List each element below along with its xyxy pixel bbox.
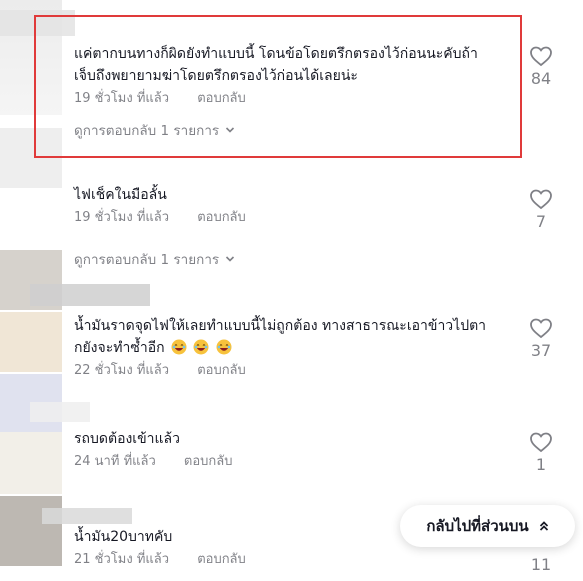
like-count-container[interactable]: 11 (519, 553, 563, 575)
comment-item: แค่ตากบนทางก็ผิดยังทำแบบนี้ โดนข้อโดยตรึ… (74, 43, 529, 109)
laughing-emoji-icon (171, 339, 187, 355)
chevron-down-icon (226, 127, 235, 133)
view-replies-button[interactable]: ดูการตอบกลับ 1 รายการ (74, 119, 235, 141)
comment-item: รถบดต้องเข้าแล้ว 24 นาที ที่แล้ว ตอบกลับ (74, 428, 529, 472)
comment-meta: 24 นาที ที่แล้ว ตอบกลับ (74, 452, 529, 472)
like-count: 11 (530, 555, 552, 574)
like-count: 84 (530, 69, 552, 88)
reply-button[interactable]: ตอบกลับ (197, 363, 246, 378)
comment-item: ไฟเช็คในมือลั้น 19 ชั่วโมง ที่แล้ว ตอบกล… (74, 184, 529, 228)
username-blurred (42, 508, 132, 524)
view-replies-button[interactable]: ดูการตอบกลับ 1 รายการ (74, 248, 235, 270)
double-chevron-up-icon (539, 521, 548, 531)
username-blurred (30, 402, 90, 422)
heart-icon (530, 432, 552, 453)
comment-text: น้ำมันราดจุดไฟให้เลยทำแบบนี้ไม่ถูกต้อง ท… (74, 318, 487, 356)
comment-timestamp: 24 นาที ที่แล้ว (74, 454, 156, 469)
laughing-emoji-icon (193, 339, 209, 355)
comment-meta: 22 ชั่วโมง ที่แล้ว ตอบกลับ (74, 361, 529, 381)
reply-button[interactable]: ตอบกลับ (184, 454, 233, 469)
back-to-top-label: กลับไปที่ส่วนบน (426, 517, 529, 535)
heart-icon (530, 318, 552, 339)
laughing-emoji-icon (216, 339, 232, 355)
comment-text: รถบดต้องเข้าแล้ว (74, 431, 180, 447)
comment-timestamp: 21 ชั่วโมง ที่แล้ว (74, 552, 170, 567)
username-blurred (30, 284, 150, 306)
like-count: 1 (535, 455, 547, 474)
comment-meta: 19 ชั่วโมง ที่แล้ว ตอบกลับ (74, 89, 529, 109)
back-to-top-button[interactable]: กลับไปที่ส่วนบน (400, 505, 575, 547)
like-button[interactable]: 7 (519, 188, 563, 232)
comment-meta: 19 ชั่วโมง ที่แล้ว ตอบกลับ (74, 208, 529, 228)
heart-icon (530, 46, 552, 67)
comment-text: ไฟเช็คในมือลั้น (74, 187, 167, 203)
avatar-blurred (0, 496, 62, 566)
like-count: 37 (530, 341, 552, 360)
comment-timestamp: 19 ชั่วโมง ที่แล้ว (74, 91, 170, 106)
reply-button[interactable]: ตอบกลับ (197, 552, 246, 567)
reply-button[interactable]: ตอบกลับ (197, 91, 246, 106)
like-button[interactable]: 37 (519, 317, 563, 361)
view-replies-label: ดูการตอบกลับ 1 รายการ (74, 123, 220, 139)
chevron-down-icon (226, 256, 235, 262)
like-button[interactable]: 84 (519, 45, 563, 89)
comment-timestamp: 19 ชั่วโมง ที่แล้ว (74, 210, 170, 225)
comment-timestamp: 22 ชั่วโมง ที่แล้ว (74, 363, 170, 378)
avatar-blurred (0, 312, 62, 372)
comment-item: น้ำมันราดจุดไฟให้เลยทำแบบนี้ไม่ถูกต้อง ท… (74, 315, 529, 381)
heart-icon (530, 189, 552, 210)
comment-text: แค่ตากบนทางก็ผิดยังทำแบบนี้ โดนข้อโดยตรึ… (74, 46, 478, 84)
comment-meta: 21 ชั่วโมง ที่แล้ว ตอบกลับ (74, 550, 529, 570)
reply-button[interactable]: ตอบกลับ (197, 210, 246, 225)
like-button[interactable]: 1 (519, 431, 563, 475)
avatar-blurred (0, 432, 62, 494)
like-count: 7 (535, 212, 547, 231)
view-replies-label: ดูการตอบกลับ 1 รายการ (74, 252, 220, 268)
